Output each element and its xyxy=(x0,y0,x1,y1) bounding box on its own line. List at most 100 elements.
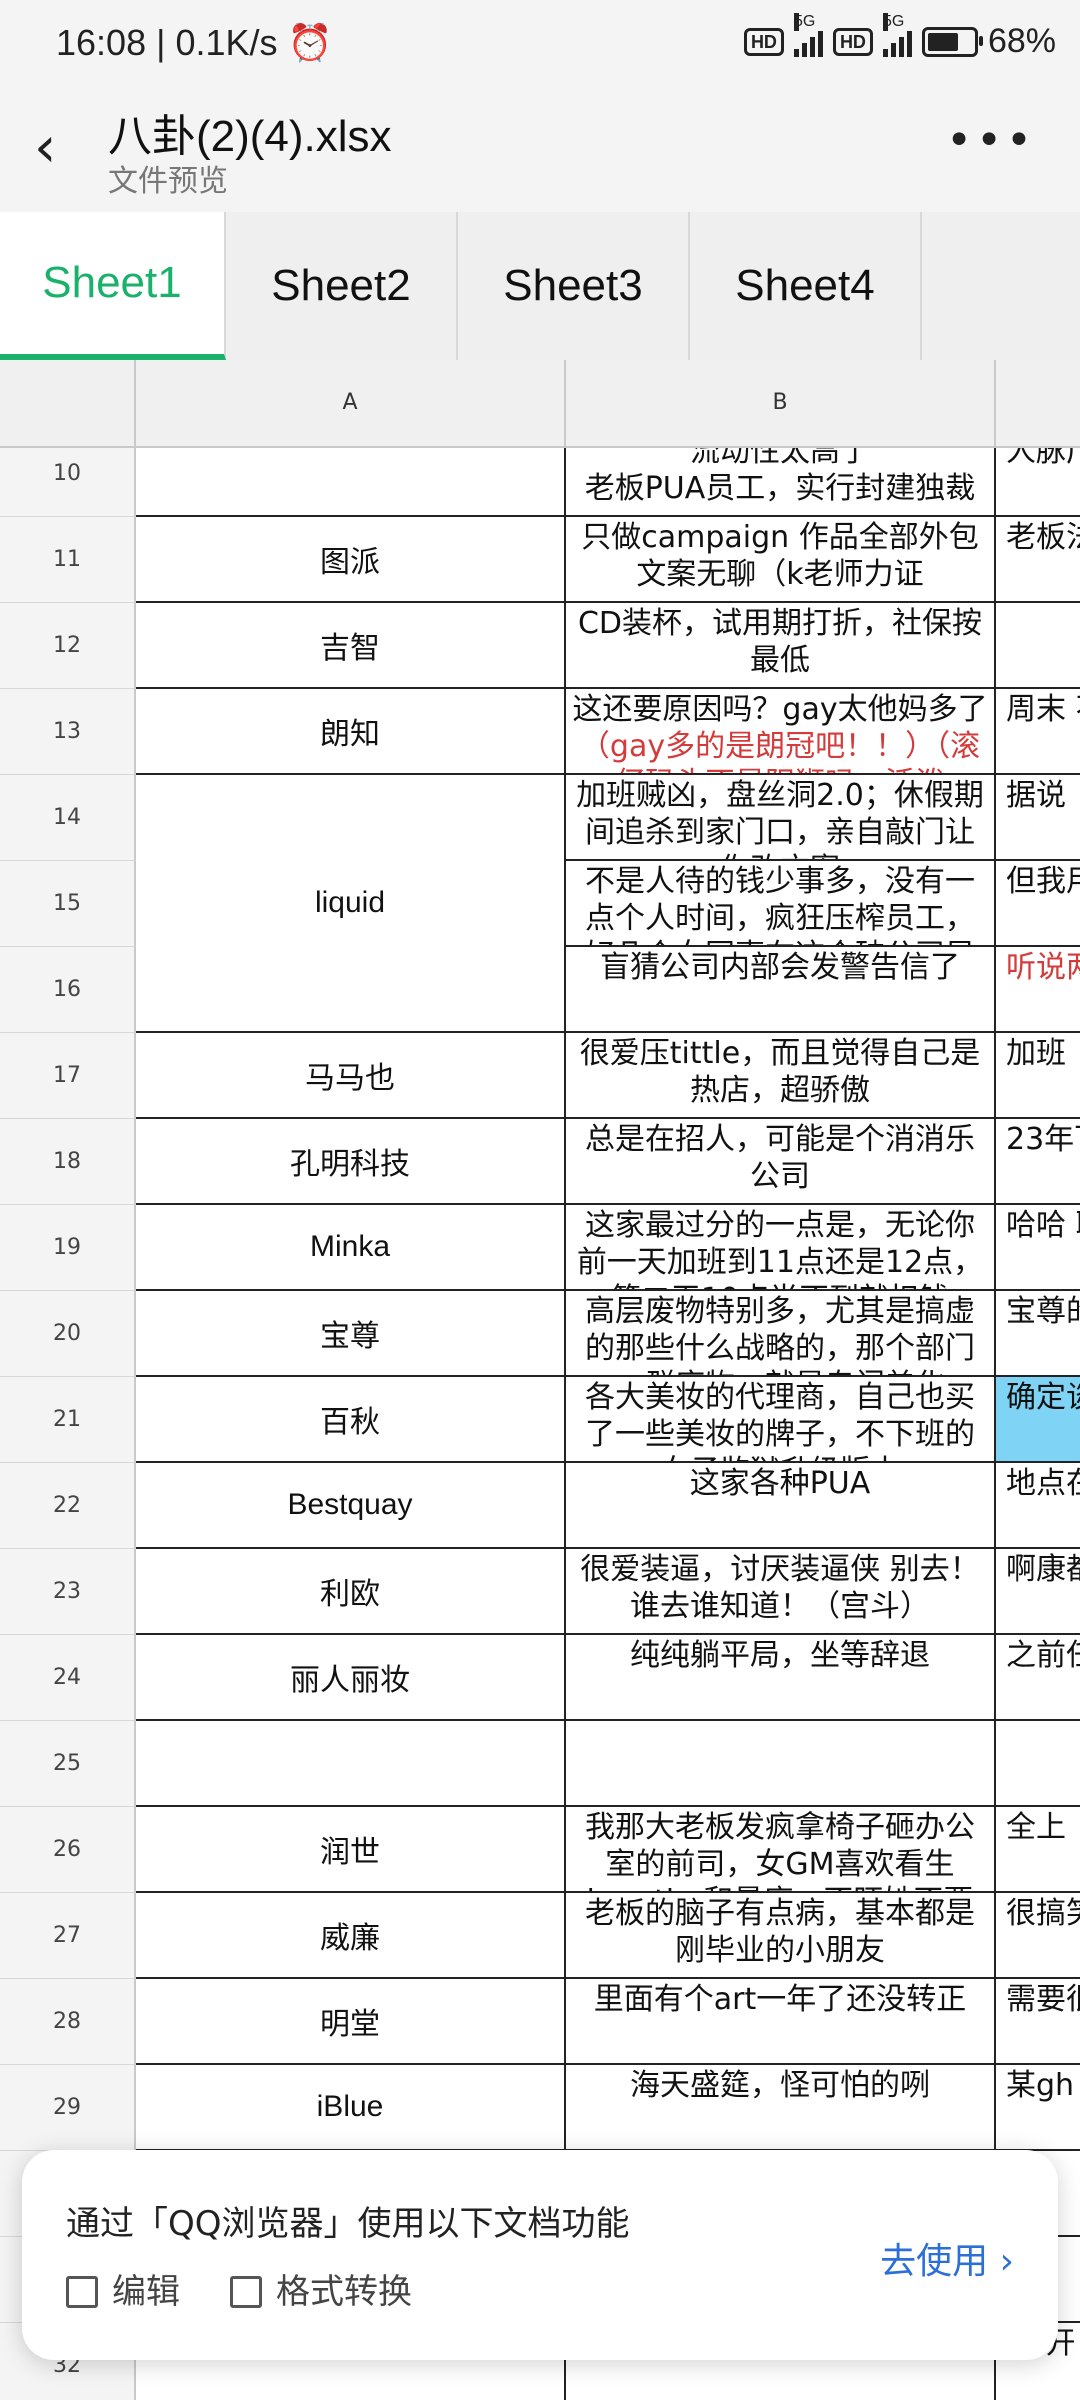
row-number[interactable]: 24 xyxy=(0,1635,136,1721)
row-number[interactable]: 16 xyxy=(0,947,136,1033)
cell-b[interactable]: 我那大老板发疯拿椅子砸办公室的前司，女GM喜欢看生breathe和最底，不旺她不… xyxy=(566,1807,996,1893)
cell-a[interactable]: 利欧 xyxy=(136,1549,566,1635)
cell-b[interactable]: 高层废物特别多，尤其是搞虚的那些什么战略的，那个部门一群废物，就是专门美化 xyxy=(566,1291,996,1377)
cell-a[interactable]: 威廉 xyxy=(136,1893,566,1979)
cell-a[interactable]: 宝尊 xyxy=(136,1291,566,1377)
cell-c[interactable]: 周末 不 xyxy=(996,689,1080,775)
cell-b[interactable]: 这家各种PUA xyxy=(566,1463,996,1549)
cell-b[interactable]: 这家最过分的一点是，无论你前一天加班到11点还是12点，第二天10点半不到就扣钱 xyxy=(566,1205,996,1291)
row-number[interactable]: 13 xyxy=(0,689,136,775)
cell-a[interactable]: 明堂 xyxy=(136,1979,566,2065)
cell-a[interactable]: 图派 xyxy=(136,517,566,603)
cell-b[interactable]: 很爱压tittle，而且觉得自己是热店，超骄傲 xyxy=(566,1033,996,1119)
cell-c[interactable]: 加班 xyxy=(996,1033,1080,1119)
cell-a[interactable]: Bestquay xyxy=(136,1463,566,1549)
cell-a[interactable]: 孔明科技 xyxy=(136,1119,566,1205)
cell-c[interactable]: 据说 xyxy=(996,775,1080,861)
cell-c[interactable]: 老板法 聊 xyxy=(996,517,1080,603)
tab-sheet3[interactable]: Sheet3 xyxy=(458,212,690,360)
cell-b[interactable]: 很爱装逼，讨厌装逼侠 别去！谁去谁知道！（宫斗） xyxy=(566,1549,996,1635)
cell-b[interactable]: 里面有个art一年了还没转正 xyxy=(566,1979,996,2065)
column-header-a[interactable]: A xyxy=(136,360,566,446)
qq-browser-banner[interactable]: 通过「QQ浏览器」使用以下文档功能 编辑 格式转换 去使用 › xyxy=(22,2150,1058,2360)
row-number[interactable]: 22 xyxy=(0,1463,136,1549)
cell-a[interactable]: 朗知 xyxy=(136,689,566,775)
cell-b-text: 只做campaign 作品全部外包文案无聊（k老师力证 xyxy=(581,520,979,592)
cell-c[interactable]: 之前任 xyxy=(996,1635,1080,1721)
signal-icon-1: 5G xyxy=(793,12,823,57)
cell-b-text: 里面有个art一年了还没转正 xyxy=(593,1982,967,2017)
column-header-b[interactable]: B xyxy=(566,360,996,446)
cell-b[interactable]: 加班贼凶，盘丝洞2.0；休假期间追杀到家门口，亲自敲门让你改方案 xyxy=(566,775,996,861)
cell-b[interactable]: 海天盛筵，怪可怕的咧 xyxy=(566,2065,996,2151)
row-number[interactable]: 15 xyxy=(0,861,136,947)
row-number[interactable]: 28 xyxy=(0,1979,136,2065)
convert-action[interactable]: 格式转换 xyxy=(230,2264,412,2313)
row-number[interactable]: 20 xyxy=(0,1291,136,1377)
tab-sheet1[interactable]: Sheet1 xyxy=(0,212,226,360)
cell-a[interactable]: Minka xyxy=(136,1205,566,1291)
cell-b-text: 这家最过分的一点是，无论你前一天加班到11点还是12点，第二天10点半不到就扣钱 xyxy=(576,1208,984,1289)
merged-cell-liquid[interactable]: liquid xyxy=(136,775,566,1033)
cell-c[interactable]: 啊康都 一流 啊园 xyxy=(996,1549,1080,1635)
row-number[interactable]: 14 xyxy=(0,775,136,861)
cell-c[interactable]: 需要很 xyxy=(996,1979,1080,2065)
cell-c[interactable]: 23年下 嘉士 商 xyxy=(996,1119,1080,1205)
row-number[interactable]: 19 xyxy=(0,1205,136,1291)
row-number[interactable]: 17 xyxy=(0,1033,136,1119)
table-row: 19Minka这家最过分的一点是，无论你前一天加班到11点还是12点，第二天10… xyxy=(0,1205,1080,1291)
more-horizontal-icon[interactable]: ••• xyxy=(946,119,1036,163)
cell-c[interactable]: 地点在 HR找 xyxy=(996,1463,1080,1549)
row-number[interactable]: 11 xyxy=(0,517,136,603)
cell-b[interactable] xyxy=(566,1721,996,1807)
cell-c[interactable]: 宝尊的 什么 么更贱 xyxy=(996,1291,1080,1377)
cell-b[interactable]: 只做campaign 作品全部外包文案无聊（k老师力证 xyxy=(566,517,996,603)
cell-a[interactable]: 润世 xyxy=(136,1807,566,1893)
cell-a[interactable]: 吉智 xyxy=(136,603,566,689)
row-number[interactable]: 25 xyxy=(0,1721,136,1807)
cell-b[interactable]: 盲猜公司内部会发警告信了 xyxy=(566,947,996,1033)
cell-b[interactable]: 各大美妆的代理商，自己也买了一些美妆的牌子，不下班的女子监狱升级版本 xyxy=(566,1377,996,1463)
row-number[interactable]: 29 xyxy=(0,2065,136,2151)
cell-b[interactable]: 总是在招人，可能是个消消乐公司 xyxy=(566,1119,996,1205)
cell-c[interactable] xyxy=(996,603,1080,689)
cell-c[interactable]: 很搞笑 xyxy=(996,1893,1080,1979)
status-bar: 16:08 | 0.1K/s ⏰ HD 5G HD 5G 68% xyxy=(0,0,1080,96)
cell-c[interactable]: 哈哈 职的人 绝的 xyxy=(996,1205,1080,1291)
cell-b[interactable]: 这还要原因吗？gay太他妈多了（gay多的是朗冠吧！！）（滚仔码头不是阳狮吗，活… xyxy=(566,689,996,775)
cell-c[interactable]: 某gh 给其 ccdi xyxy=(996,2065,1080,2151)
cell-b[interactable]: 不是人待的钱少事多，没有一点个人时间，疯狂压榨员工，好几个女同事在这个破公司早 xyxy=(566,861,996,947)
table-row: 26润世我那大老板发疯拿椅子砸办公室的前司，女GM喜欢看生breathe和最底，… xyxy=(0,1807,1080,1893)
row-number[interactable]: 23 xyxy=(0,1549,136,1635)
row-number[interactable]: 12 xyxy=(0,603,136,689)
column-header-c[interactable] xyxy=(996,360,1080,446)
go-use-button[interactable]: 去使用 › xyxy=(880,2232,1014,2284)
cell-a[interactable] xyxy=(136,1721,566,1807)
cell-c[interactable] xyxy=(996,1721,1080,1807)
cell-a[interactable]: 马马也 xyxy=(136,1033,566,1119)
battery-icon xyxy=(921,26,983,57)
row-number[interactable]: 21 xyxy=(0,1377,136,1463)
cell-b[interactable]: 纯纯躺平局，坐等辞退 xyxy=(566,1635,996,1721)
tab-sheet4[interactable]: Sheet4 xyxy=(690,212,922,360)
cell-b-text: 加班贼凶，盘丝洞2.0；休假期间追杀到家门口，亲自敲门让你改方案 xyxy=(576,778,984,859)
spreadsheet-view[interactable]: A B 10流动性太高了 老板PUA员工，实行封建独裁人脉广 节一11图派只做c… xyxy=(0,360,1080,2400)
cell-a[interactable]: 丽人丽妆 xyxy=(136,1635,566,1721)
cell-b-text: 总是在招人，可能是个消消乐公司 xyxy=(585,1122,975,1194)
cell-b-text: 老板的脑子有点病，基本都是刚毕业的小朋友 xyxy=(585,1896,975,1968)
cell-c[interactable]: 听说两 xyxy=(996,947,1080,1033)
cell-b[interactable]: CD装杯，试用期打折，社保按最低 xyxy=(566,603,996,689)
cell-c[interactable]: 全上 xyxy=(996,1807,1080,1893)
cell-c[interactable]: 但我用 A字母 xyxy=(996,861,1080,947)
row-number[interactable]: 26 xyxy=(0,1807,136,1893)
cell-b[interactable]: 老板的脑子有点病，基本都是刚毕业的小朋友 xyxy=(566,1893,996,1979)
row-number[interactable]: 18 xyxy=(0,1119,136,1205)
tab-sheet2[interactable]: Sheet2 xyxy=(226,212,458,360)
row-number[interactable]: 27 xyxy=(0,1893,136,1979)
cell-c[interactable]: 确定谈 xyxy=(996,1377,1080,1463)
chevron-left-icon[interactable]: ‹ xyxy=(34,118,78,178)
cell-a[interactable]: 百秋 xyxy=(136,1377,566,1463)
table-row: 28明堂里面有个art一年了还没转正需要很 xyxy=(0,1979,1080,2065)
cell-a[interactable]: iBlue xyxy=(136,2065,566,2151)
edit-action[interactable]: 编辑 xyxy=(66,2264,180,2313)
